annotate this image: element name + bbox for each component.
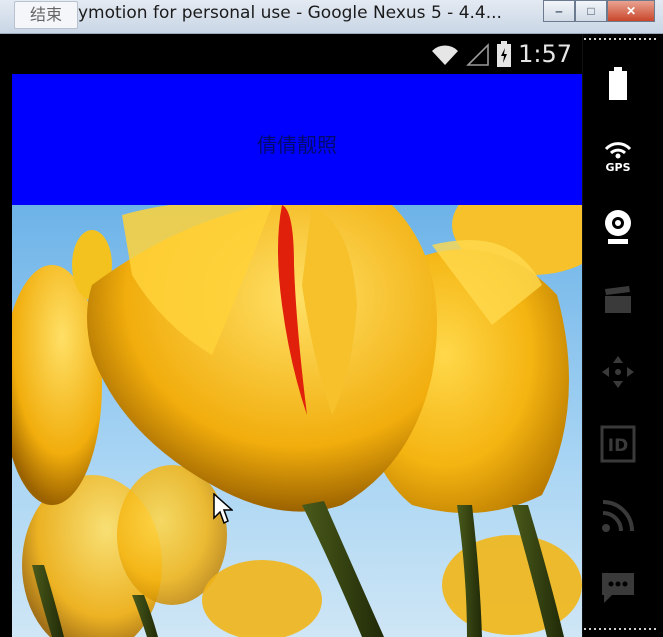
status-icons: 1:57 — [430, 40, 572, 68]
status-time: 1:57 — [518, 40, 572, 68]
id-widget-button[interactable]: ID — [596, 422, 640, 466]
clapper-icon — [605, 286, 631, 313]
sms-icon — [602, 573, 634, 603]
window-titlebar: 结束 ymotion for personal use - Google Nex… — [0, 0, 663, 34]
dpad-widget-button[interactable] — [596, 350, 640, 394]
rss-icon — [602, 500, 634, 532]
gps-icon: GPS — [604, 142, 632, 174]
sidebar-top-grip — [584, 38, 659, 40]
maximize-button[interactable]: □ — [575, 0, 607, 22]
end-button[interactable]: 结束 — [14, 1, 78, 29]
id-label: ID — [608, 436, 628, 456]
battery-icon — [609, 67, 627, 100]
sms-widget-button[interactable] — [596, 566, 640, 610]
window-title: ymotion for personal use - Google Nexus … — [78, 3, 502, 23]
mouse-cursor-icon — [213, 493, 233, 525]
android-status-bar: 1:57 — [12, 36, 582, 74]
close-button[interactable]: ✕ — [607, 0, 655, 22]
app-title: 倩倩靓照 — [257, 133, 337, 157]
sidebar-bottom-grip — [584, 628, 659, 630]
dpad-icon — [602, 356, 634, 388]
webcam-widget-button[interactable] — [596, 205, 640, 249]
capture-widget-button[interactable] — [596, 278, 640, 322]
network-widget-button[interactable] — [596, 494, 640, 538]
webcam-icon — [605, 210, 631, 244]
gps-label: GPS — [605, 161, 630, 174]
window-controls: ‒ □ ✕ — [543, 0, 655, 22]
minimize-button[interactable]: ‒ — [543, 0, 575, 22]
wifi-icon — [432, 45, 459, 65]
app-header: 倩倩靓照 — [12, 74, 582, 205]
tulip-photo — [12, 205, 582, 637]
signal-icon — [466, 43, 489, 66]
emulator-sidebar — [582, 34, 663, 637]
gps-widget-button[interactable]: GPS — [596, 133, 640, 177]
battery-widget-button[interactable] — [596, 62, 640, 106]
battery-charging-icon — [497, 41, 512, 67]
id-icon: ID — [600, 425, 636, 463]
